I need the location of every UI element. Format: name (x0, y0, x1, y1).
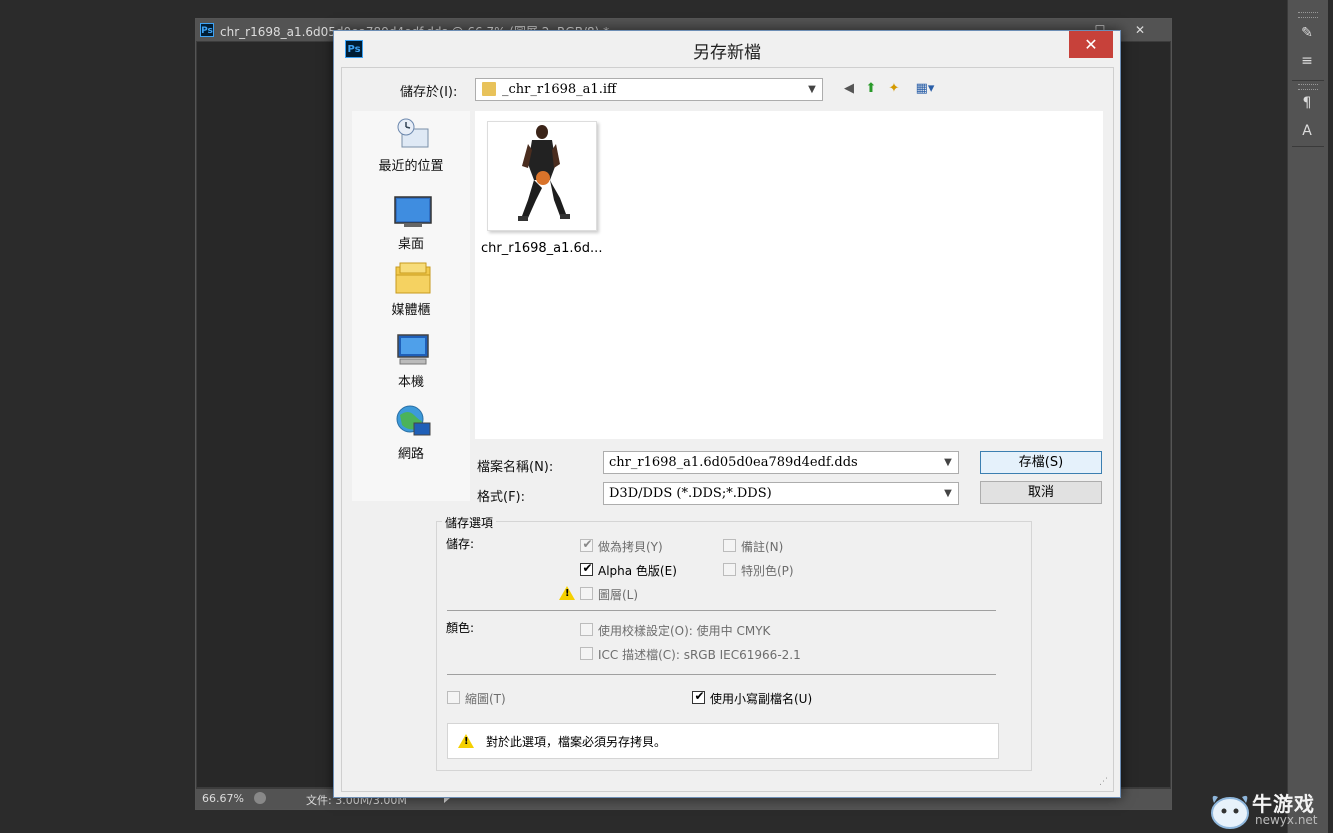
lowercase-extension-checkbox[interactable]: ✔ (692, 689, 705, 704)
mascot-logo-icon (1211, 795, 1249, 829)
notes-checkbox[interactable] (723, 539, 736, 552)
filename-label: 檔案名稱(N): (477, 460, 554, 475)
place-label: 本機 (397, 375, 424, 390)
close-button[interactable]: ✕ (1126, 19, 1154, 41)
image-thumbnail[interactable] (487, 121, 597, 231)
place-computer[interactable]: 本機 (352, 333, 470, 403)
place-label: 媒體櫃 (391, 303, 431, 318)
adjust-tool-icon[interactable]: ≡ (1296, 50, 1318, 72)
save-button[interactable]: 存檔(S) (980, 451, 1102, 474)
panel-toolbar: ✎ ≡ ¶ A (1287, 0, 1328, 833)
file-name: chr_r1698_a1.6d... (481, 241, 603, 256)
thumbnail-label: 縮圖(T) (465, 692, 506, 706)
panel-grip[interactable] (1298, 12, 1318, 18)
warning-icon: ! (559, 586, 575, 600)
lowercase-extension-label: 使用小寫副檔名(U) (710, 692, 813, 706)
chevron-down-icon[interactable]: ▼ (942, 456, 954, 470)
proof-setup-checkbox[interactable] (580, 623, 593, 636)
place-libraries[interactable]: 媒體櫃 (352, 261, 470, 331)
divider (447, 674, 996, 675)
divider (447, 610, 996, 611)
icc-profile-checkbox[interactable] (580, 647, 593, 660)
resize-grip-icon[interactable]: ⋰ (1099, 777, 1109, 787)
thumbnail-checkbox[interactable] (447, 691, 460, 704)
paragraph-tool-icon[interactable]: ¶ (1296, 92, 1318, 114)
save-as-dialog: Ps 另存新檔 ✕ 儲存於(I): _chr_r1698_a1.iff ▼ ◀ … (333, 30, 1121, 798)
character-tool-icon[interactable]: A (1296, 120, 1318, 142)
up-folder-icon[interactable]: ⬆ (862, 80, 880, 98)
zoom-level[interactable]: 66.67% (202, 792, 244, 805)
dialog-body: 儲存於(I): _chr_r1698_a1.iff ▼ ◀ ⬆ ✦ ▦▾ 最近的… (341, 67, 1114, 792)
as-copy-checkbox[interactable]: ✔ (580, 537, 593, 552)
warning-icon: ! (458, 734, 474, 748)
place-network[interactable]: 網路 (352, 405, 470, 475)
folder-icon (482, 82, 496, 96)
place-recent[interactable]: 最近的位置 (352, 117, 470, 187)
layers-checkbox[interactable] (580, 587, 593, 600)
spot-colors-checkbox[interactable] (723, 563, 736, 576)
layers-label: 圖層(L) (598, 588, 639, 602)
as-copy-label: 做為拷貝(Y) (598, 540, 663, 554)
place-label: 桌面 (397, 237, 424, 252)
brush-tool-icon[interactable]: ✎ (1296, 22, 1318, 44)
back-icon[interactable]: ◀ (840, 80, 858, 98)
alpha-channels-checkbox[interactable]: ✔ (580, 561, 593, 576)
save-options-group: 儲存選項 儲存: ✔ 做為拷貝(Y) 備註(N) ✔ Alpha 色版(E) 特… (436, 514, 1032, 771)
panel-grip[interactable] (1298, 84, 1318, 90)
status-info-icon[interactable] (254, 792, 266, 804)
color-section-label: 顏色: (446, 621, 475, 635)
libraries-icon (395, 262, 431, 294)
save-in-value: _chr_r1698_a1.iff (502, 82, 617, 97)
dialog-titlebar[interactable]: Ps 另存新檔 ✕ (334, 31, 1120, 67)
format-value: D3D/DDS (*.DDS;*.DDS) (609, 486, 772, 501)
watermark-url: newyx.net (1255, 813, 1318, 827)
computer-icon (397, 334, 429, 365)
dialog-close-button[interactable]: ✕ (1069, 31, 1113, 58)
filename-value: chr_r1698_a1.6d05d0ea789d4edf.dds (609, 455, 858, 470)
new-folder-icon[interactable]: ✦ (885, 80, 903, 98)
recent-places-icon (397, 118, 429, 148)
notes-label: 備註(N) (741, 540, 784, 554)
divider (1292, 80, 1324, 81)
photoshop-logo-icon: Ps (200, 23, 214, 37)
site-watermark: 牛游戏 newyx.net (1208, 785, 1333, 833)
view-menu-icon[interactable]: ▦▾ (910, 80, 940, 98)
warning-text: 對於此選項，檔案必須另存拷貝。 (486, 735, 667, 749)
desktop-icon (394, 196, 432, 227)
spot-colors-label: 特別色(P) (741, 564, 794, 578)
cancel-button[interactable]: 取消 (980, 481, 1102, 504)
save-section-label: 儲存: (446, 537, 475, 551)
place-label: 網路 (397, 447, 424, 462)
places-bar: 最近的位置 桌面 媒體櫃 本機 網路 (352, 111, 470, 501)
icc-profile-label: ICC 描述檔(C): sRGB IEC61966-2.1 (598, 648, 801, 662)
save-in-dropdown[interactable]: _chr_r1698_a1.iff ▼ (475, 78, 823, 101)
format-dropdown[interactable]: D3D/DDS (*.DDS;*.DDS) ▼ (603, 482, 959, 505)
network-icon (396, 405, 431, 436)
format-label: 格式(F): (477, 490, 526, 505)
chevron-down-icon: ▼ (808, 84, 816, 95)
place-desktop[interactable]: 桌面 (352, 195, 470, 265)
alpha-channels-label: Alpha 色版(E) (598, 564, 677, 578)
save-in-label: 儲存於(I): (400, 85, 458, 100)
basketball-player-image (518, 125, 570, 221)
divider (1292, 146, 1324, 147)
group-title: 儲存選項 (442, 514, 497, 531)
filename-input[interactable]: chr_r1698_a1.6d05d0ea789d4edf.dds ▼ (603, 451, 959, 474)
place-label: 最近的位置 (378, 159, 444, 174)
chevron-down-icon: ▼ (944, 488, 952, 499)
proof-setup-label: 使用校樣設定(O): 使用中 CMYK (598, 624, 771, 638)
file-list[interactable]: chr_r1698_a1.6d... (475, 111, 1103, 439)
dialog-title: 另存新檔 (693, 43, 761, 63)
warning-notice: ! 對於此選項，檔案必須另存拷貝。 (447, 723, 999, 759)
